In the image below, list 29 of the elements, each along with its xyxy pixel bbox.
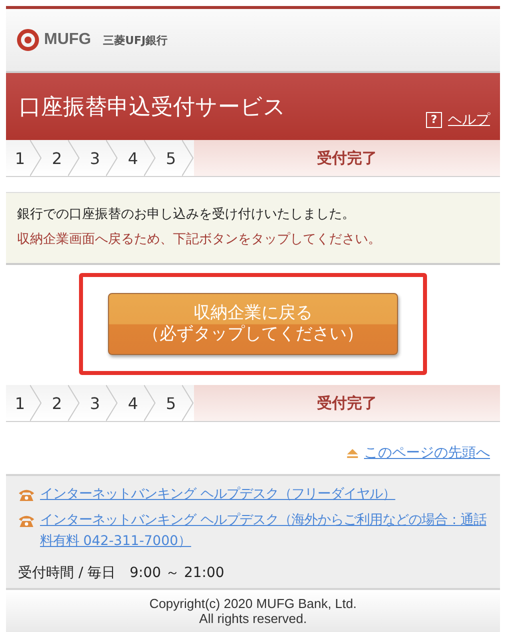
step-number: 3 xyxy=(80,140,118,176)
copyright-text: All rights reserved. xyxy=(198,611,308,626)
copyright-text: Copyright(c) 2020 MUFG Bank, Ltd. xyxy=(148,596,358,611)
service-hours: 受付時間 / 毎日 9:00 ～ 21:00 xyxy=(18,564,226,583)
logo-text: MUFG xyxy=(44,31,92,49)
step-number: 2 xyxy=(42,385,80,421)
help-icon: ? xyxy=(426,112,442,128)
bank-name: 三菱UFJ銀行 xyxy=(103,32,168,48)
step-number: 5 xyxy=(156,385,194,421)
help-link[interactable]: ? ヘルプ xyxy=(426,110,490,128)
page-title: 口座振替申込受付サービス xyxy=(19,94,286,122)
notice-instruction: 収納企業画面へ戻るため、下記ボタンをタップしてください。 xyxy=(17,231,382,249)
step-label: 受付完了 xyxy=(194,385,500,421)
step-number: 4 xyxy=(118,140,156,176)
logo-icon xyxy=(16,28,40,52)
help-desk-link[interactable]: インターネットバンキング ヘルプデスク（フリーダイヤル） xyxy=(40,484,396,505)
step-number: 3 xyxy=(80,385,118,421)
notice-message: 銀行での口座振替のお申し込みを受け付けいたしました。 xyxy=(17,206,356,224)
help-desk-link[interactable]: インターネットバンキング ヘルプデスク（海外からご利用などの場合：通話料有料 042-311-7000） xyxy=(40,510,490,552)
step-label: 受付完了 xyxy=(194,140,500,176)
step-number: 4 xyxy=(118,385,156,421)
step-number: 1 xyxy=(6,385,42,421)
return-button[interactable]: 収納企業に戻る （必ずタップしてください） xyxy=(108,293,398,355)
phone-icon xyxy=(18,514,35,528)
step-number: 5 xyxy=(156,140,194,176)
step-number: 2 xyxy=(42,140,80,176)
step-number: 1 xyxy=(6,140,42,176)
up-triangle-icon xyxy=(347,448,358,458)
phone-icon xyxy=(18,488,35,502)
